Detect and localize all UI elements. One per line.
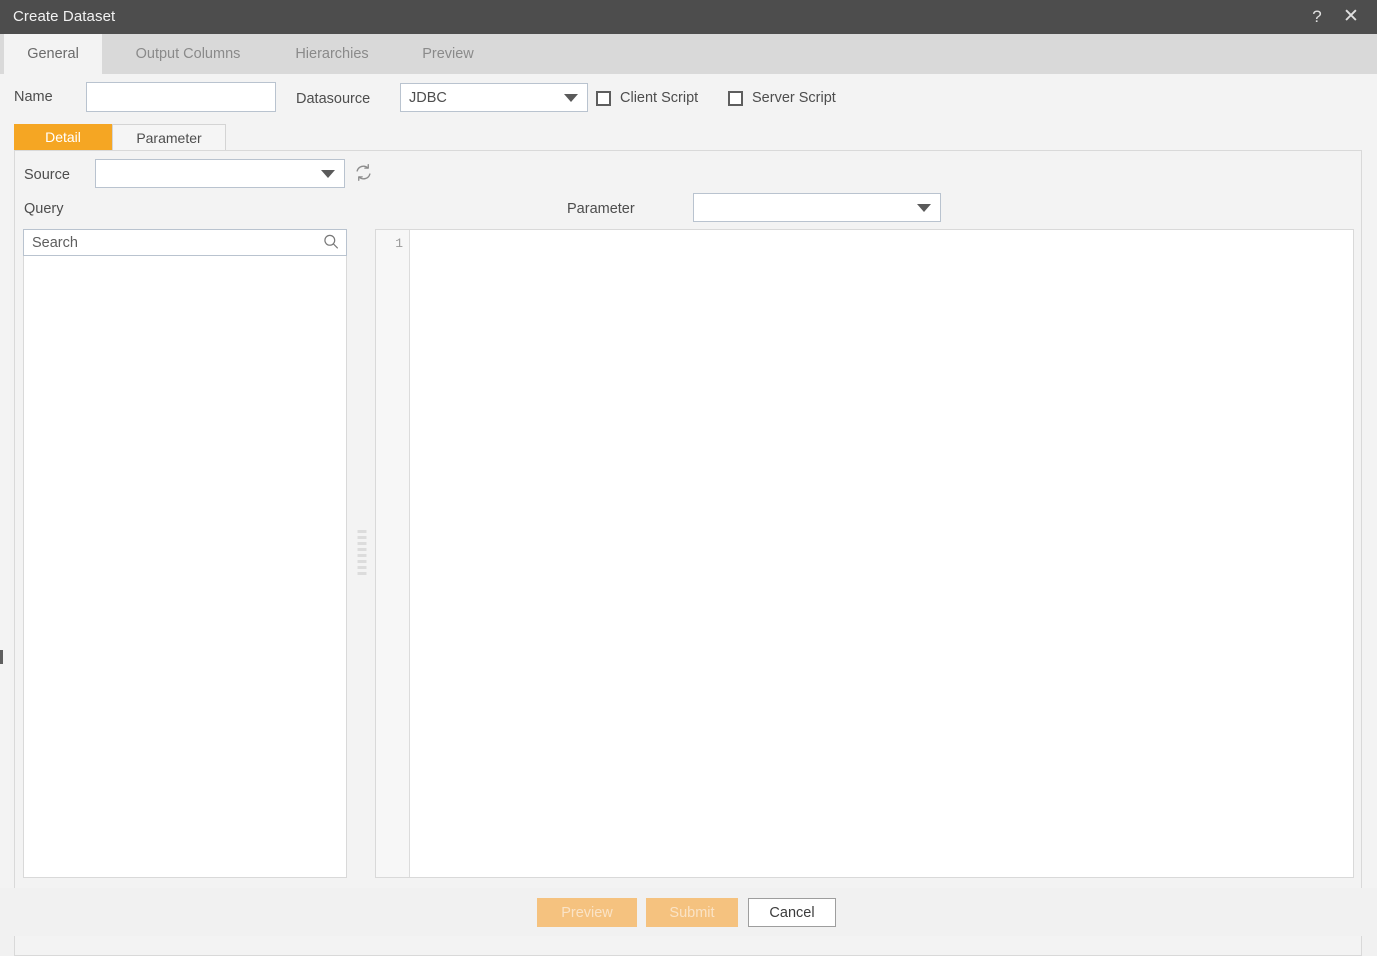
refresh-icon[interactable]	[354, 163, 373, 185]
main-tabstrip: General Output Columns Hierarchies Previ…	[0, 34, 1377, 75]
left-edge-marker	[0, 650, 3, 664]
server-script-checkbox[interactable]: Server Script	[728, 90, 836, 106]
parameter-dropdown[interactable]	[693, 193, 941, 222]
chevron-down-icon	[321, 169, 335, 178]
create-dataset-dialog: Create Dataset ? ✕ General Output Column…	[0, 0, 1377, 956]
tab-hierarchies-label: Hierarchies	[295, 46, 369, 62]
general-panel: Name Datasource JDBC Client Script Serve…	[0, 74, 1377, 956]
tab-general[interactable]: General	[4, 34, 102, 74]
datasource-label: Datasource	[296, 91, 371, 107]
checkbox-box	[728, 90, 743, 106]
source-dropdown[interactable]	[95, 159, 345, 188]
client-script-checkbox[interactable]: Client Script	[596, 90, 698, 106]
inner-tab-detail[interactable]: Detail	[14, 124, 112, 150]
tab-output-columns[interactable]: Output Columns	[110, 34, 266, 74]
submit-button-label: Submit	[669, 905, 715, 921]
server-script-label: Server Script	[752, 90, 836, 106]
tab-preview-label: Preview	[422, 46, 474, 62]
tab-hierarchies[interactable]: Hierarchies	[270, 34, 394, 74]
help-icon[interactable]: ?	[1303, 0, 1331, 34]
inner-tab-parameter-label: Parameter	[136, 130, 202, 146]
dialog-footer: Preview Submit Cancel	[0, 888, 1377, 936]
dialog-titlebar: Create Dataset ? ✕	[0, 0, 1377, 34]
close-icon[interactable]: ✕	[1337, 0, 1365, 34]
chevron-down-icon	[917, 203, 931, 212]
cancel-button-label: Cancel	[769, 905, 815, 921]
field-list-panel[interactable]	[23, 256, 347, 878]
splitter-grip-icon	[357, 529, 367, 578]
search-box[interactable]	[23, 229, 347, 256]
tab-preview[interactable]: Preview	[400, 34, 496, 74]
submit-button[interactable]: Submit	[646, 898, 738, 927]
cancel-button[interactable]: Cancel	[748, 898, 836, 927]
datasource-dropdown[interactable]: JDBC	[400, 83, 588, 112]
preview-button-label: Preview	[561, 905, 613, 921]
query-editor[interactable]: 1	[375, 229, 1354, 878]
inner-tab-parameter[interactable]: Parameter	[112, 124, 226, 150]
preview-button[interactable]: Preview	[537, 898, 637, 927]
chevron-down-icon	[564, 93, 578, 102]
editor-line-number: 1	[395, 236, 403, 251]
detail-content-box: Source Query Parameter Search 1	[14, 150, 1362, 956]
editor-code-area[interactable]	[410, 230, 1353, 877]
tab-output-columns-label: Output Columns	[135, 46, 241, 62]
parameter-label: Parameter	[567, 201, 635, 217]
tab-general-label: General	[27, 46, 79, 62]
name-input[interactable]	[86, 82, 276, 112]
editor-gutter: 1	[376, 230, 410, 877]
checkbox-box	[596, 90, 611, 106]
inner-tab-detail-label: Detail	[45, 129, 81, 145]
name-label: Name	[14, 89, 53, 105]
datasource-dropdown-value: JDBC	[409, 89, 447, 106]
dialog-title: Create Dataset	[13, 8, 116, 25]
query-label: Query	[24, 201, 64, 217]
source-label: Source	[24, 167, 70, 183]
client-script-label: Client Script	[620, 90, 699, 106]
panel-splitter[interactable]	[349, 229, 375, 878]
search-input[interactable]	[24, 230, 346, 255]
